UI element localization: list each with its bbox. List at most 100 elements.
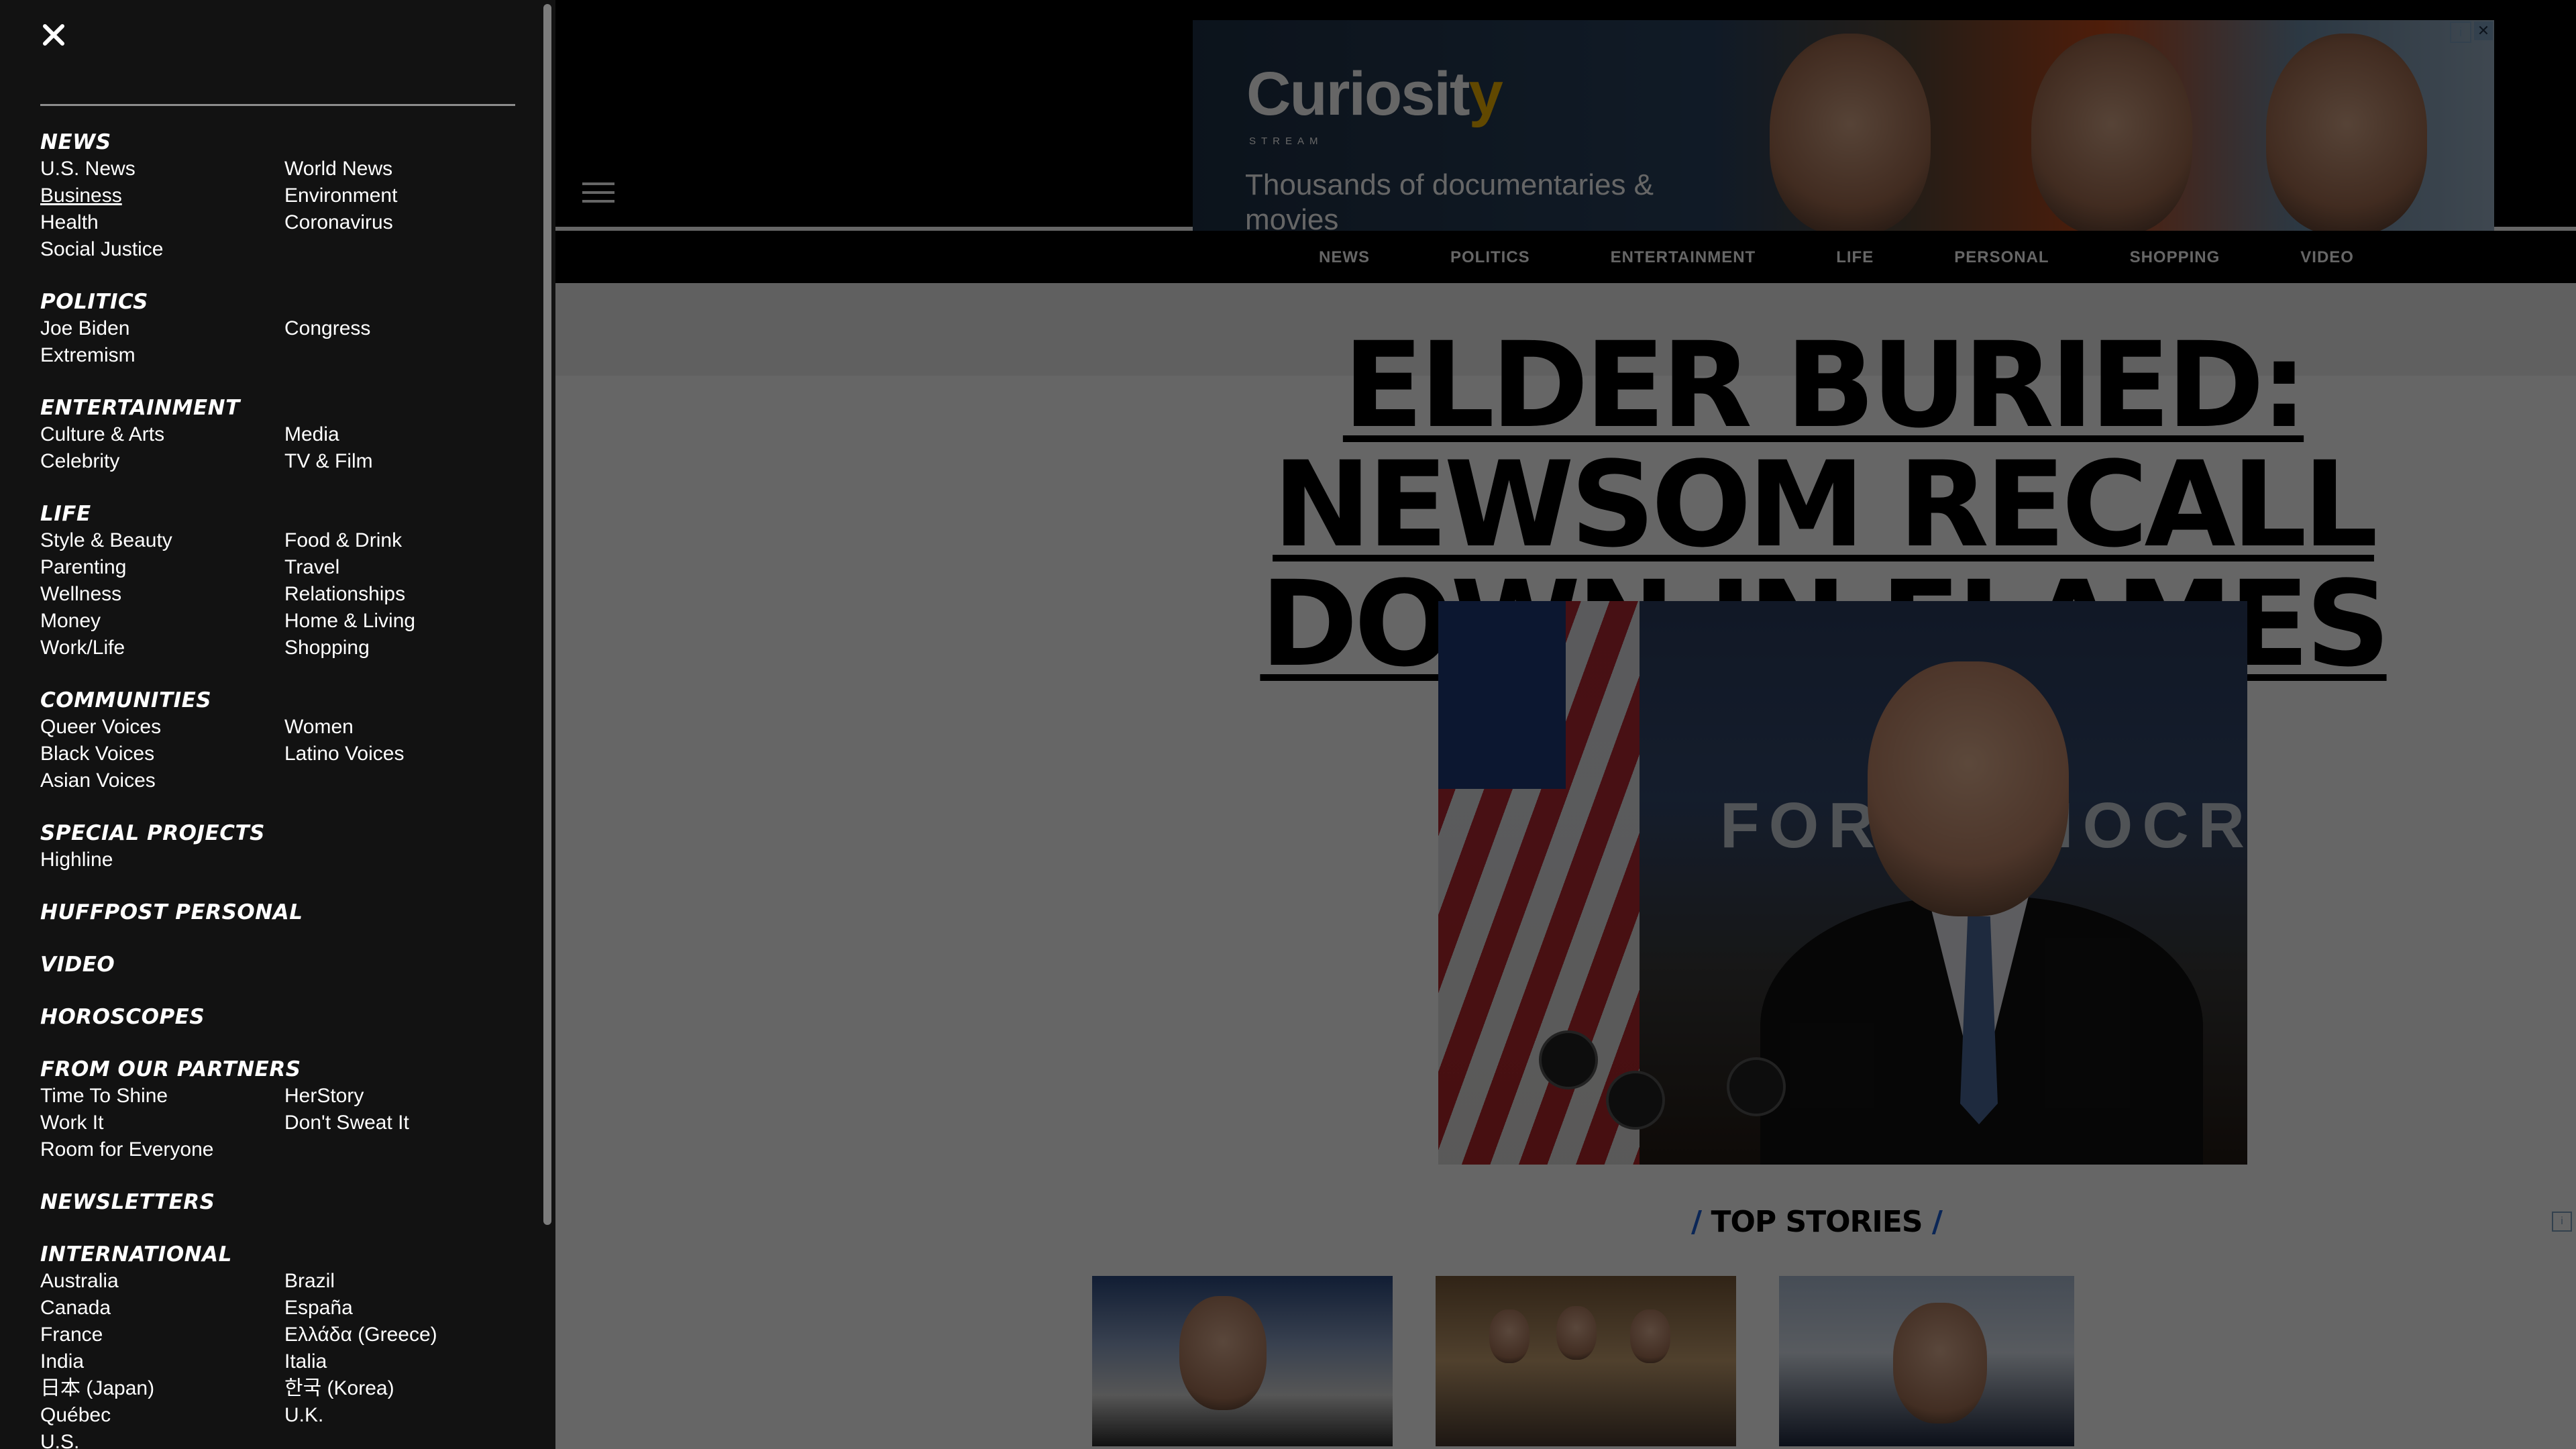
menu-section-title[interactable]: HUFFPOST PERSONAL	[40, 899, 537, 926]
close-menu-button[interactable]	[38, 19, 70, 51]
banner-advertisement[interactable]: Curiosity STREAM Thousands of documentar…	[1193, 20, 2494, 231]
ad-portrait-woman	[1770, 34, 1931, 231]
menu-link[interactable]: Social Justice	[40, 236, 284, 263]
menu-link[interactable]: Australia	[40, 1268, 284, 1295]
ad-brand-subtitle: STREAM	[1249, 136, 1324, 147]
menu-section-title[interactable]: NEWS	[40, 129, 537, 156]
menu-link[interactable]: Queer Voices	[40, 714, 284, 741]
menu-link[interactable]: Parenting	[40, 554, 284, 581]
menu-section-links: Highline	[40, 847, 537, 873]
nav-item[interactable]: NEWS	[1319, 248, 1370, 267]
menu-section: ENTERTAINMENT Culture & Arts Media Celebrit…	[40, 394, 537, 475]
menu-section-title[interactable]: VIDEO	[40, 951, 537, 978]
menu-section-title[interactable]: FROM OUR PARTNERS	[40, 1056, 537, 1083]
menu-link[interactable]: Asian Voices	[40, 767, 284, 794]
menu-link[interactable]: India	[40, 1348, 284, 1375]
menu-link[interactable]: Food & Drink	[284, 527, 529, 554]
nav-item[interactable]: VIDEO	[2300, 248, 2354, 267]
section-nav-list: NEWS POLITICS ENTERTAINMENT LIFE PERSONAL SHO…	[1319, 248, 2434, 267]
menu-section: VIDEO	[40, 951, 537, 978]
menu-link[interactable]: Ελλάδα (Greece)	[284, 1322, 529, 1348]
menu-link[interactable]: Room for Everyone	[40, 1136, 284, 1163]
menu-link[interactable]: Relationships	[284, 581, 529, 608]
menu-link[interactable]: TV & Film	[284, 448, 529, 475]
menu-link[interactable]: Coronavirus	[284, 209, 529, 236]
menu-link[interactable]: Health	[40, 209, 284, 236]
menu-link[interactable]: Media	[284, 421, 529, 448]
menu-section-title[interactable]: COMMUNITIES	[40, 687, 537, 714]
menu-link[interactable]: Travel	[284, 554, 529, 581]
menu-section-title[interactable]: LIFE	[40, 500, 537, 527]
menu-divider	[40, 104, 515, 106]
menu-link[interactable]: Canada	[40, 1295, 284, 1322]
flag-stars	[1438, 601, 1566, 789]
menu-section-title[interactable]: SPECIAL PROJECTS	[40, 820, 537, 847]
top-story-thumbnail[interactable]	[1436, 1276, 1736, 1446]
menu-link[interactable]: 한국 (Korea)	[284, 1375, 529, 1402]
menu-link[interactable]: Black Voices	[40, 741, 284, 767]
ad-choices-icon[interactable]: i	[2552, 1212, 2572, 1232]
top-story-thumbnail[interactable]	[1092, 1276, 1393, 1446]
menu-link[interactable]: World News	[284, 156, 529, 182]
menu-link[interactable]: Don't Sweat It	[284, 1110, 529, 1136]
menu-link[interactable]: Shopping	[284, 635, 529, 661]
menu-section-links: Time To Shine HerStory Work It Don't Sweat …	[40, 1083, 537, 1163]
hamburger-menu-icon[interactable]	[582, 182, 614, 205]
ad-info-icon[interactable]: i	[2450, 21, 2471, 43]
close-icon[interactable]	[42, 23, 65, 46]
nav-item[interactable]: PERSONAL	[1954, 248, 2049, 267]
menu-link[interactable]: Culture & Arts	[40, 421, 284, 448]
ad-portrait-man-glasses	[2031, 34, 2192, 231]
menu-link[interactable]: U.S. News	[40, 156, 284, 182]
menu-link[interactable]: 日本 (Japan)	[40, 1375, 284, 1402]
menu-link[interactable]: Wellness	[40, 581, 284, 608]
menu-scrollbar[interactable]	[543, 4, 551, 1225]
menu-link[interactable]: Work It	[40, 1110, 284, 1136]
nav-item[interactable]: SHOPPING	[2130, 248, 2220, 267]
menu-link[interactable]: Brazil	[284, 1268, 529, 1295]
ad-brand-logo: Curiosity	[1246, 60, 1503, 128]
menu-link[interactable]: Time To Shine	[40, 1083, 284, 1110]
thumbnail-person	[1179, 1296, 1267, 1410]
menu-section-links: U.S. News World News Business Environment He…	[40, 156, 537, 263]
menu-link[interactable]: Business	[40, 182, 284, 209]
menu-section: SPECIAL PROJECTS Highline	[40, 820, 537, 873]
menu-section: INTERNATIONAL Australia Brazil Canada España…	[40, 1241, 537, 1449]
menu-link[interactable]: Extremism	[40, 342, 284, 369]
menu-link[interactable]: Highline	[40, 847, 284, 873]
ad-close-icon[interactable]: ✕	[2474, 21, 2493, 40]
ad-copy-text: Thousands of documentaries & movies	[1245, 168, 1654, 231]
menu-section-title[interactable]: NEWSLETTERS	[40, 1189, 537, 1216]
nav-item[interactable]: POLITICS	[1450, 248, 1530, 267]
menu-link[interactable]: Women	[284, 714, 529, 741]
menu-link[interactable]: Québec	[40, 1402, 284, 1429]
menu-section-links: Australia Brazil Canada España France Ελλάδα …	[40, 1268, 537, 1449]
menu-link[interactable]: Congress	[284, 315, 529, 342]
menu-link[interactable]: Italia	[284, 1348, 529, 1375]
menu-section-title[interactable]: POLITICS	[40, 288, 537, 315]
thumbnail-person	[1556, 1306, 1597, 1360]
section-navigation: NEWS POLITICS ENTERTAINMENT LIFE PERSONAL SHO…	[555, 231, 2576, 283]
nav-item[interactable]: LIFE	[1836, 248, 1874, 267]
menu-link[interactable]: U.S.	[40, 1429, 284, 1449]
menu-link[interactable]: Celebrity	[40, 448, 284, 475]
top-story-thumbnail[interactable]	[1779, 1276, 2074, 1446]
menu-link[interactable]: U.K.	[284, 1402, 529, 1429]
menu-link[interactable]: Joe Biden	[40, 315, 284, 342]
nav-item[interactable]: ENTERTAINMENT	[1611, 248, 1756, 267]
menu-link[interactable]: France	[40, 1322, 284, 1348]
menu-link[interactable]: Money	[40, 608, 284, 635]
menu-link[interactable]: Home & Living	[284, 608, 529, 635]
menu-section-title[interactable]: ENTERTAINMENT	[40, 394, 537, 421]
menu-section-title[interactable]: HOROSCOPES	[40, 1004, 537, 1030]
menu-link[interactable]: HerStory	[284, 1083, 529, 1110]
menu-link[interactable]: España	[284, 1295, 529, 1322]
menu-link[interactable]: Style & Beauty	[40, 527, 284, 554]
menu-link[interactable]: Environment	[284, 182, 529, 209]
menu-section: COMMUNITIES Queer Voices Women Black Voices…	[40, 687, 537, 794]
menu-link[interactable]: Latino Voices	[284, 741, 529, 767]
menu-link[interactable]: Work/Life	[40, 635, 284, 661]
hero-image[interactable]: FOR DEMOCR	[1438, 601, 2247, 1165]
menu-section-title[interactable]: INTERNATIONAL	[40, 1241, 537, 1268]
hero-face	[1868, 661, 2069, 916]
